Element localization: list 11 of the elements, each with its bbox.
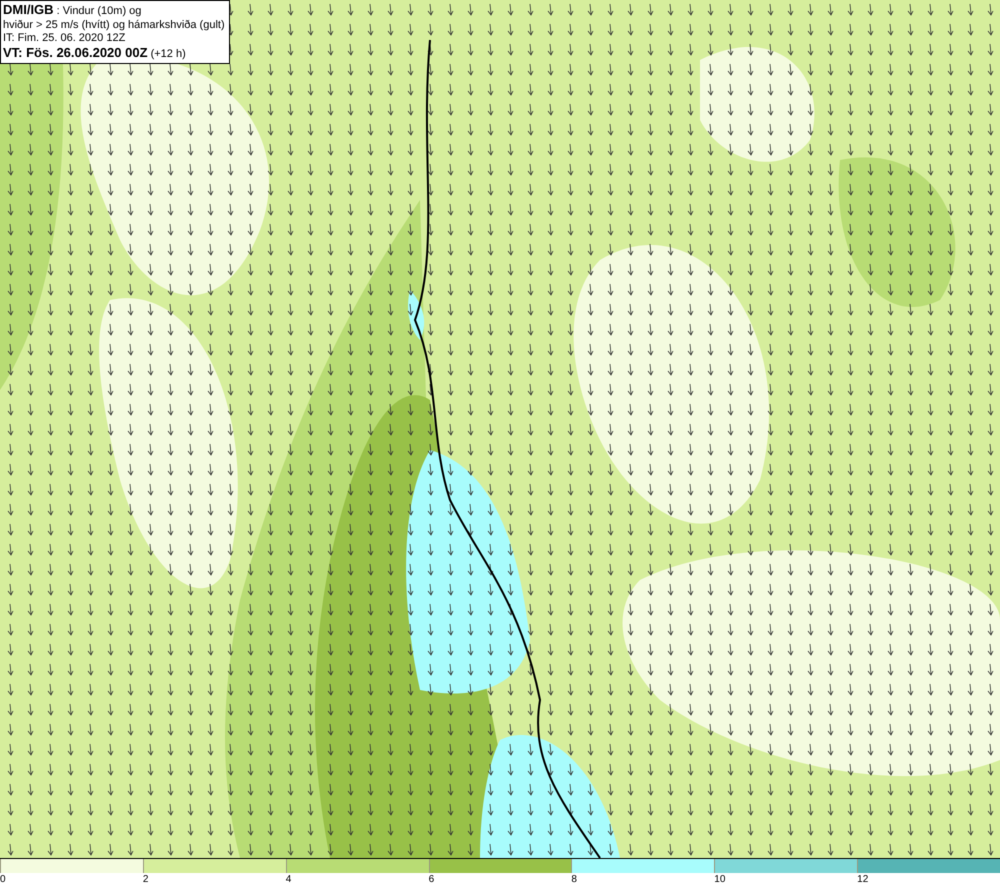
info-line: DMI/IGB : Vindur (10m) og	[3, 3, 142, 18]
legend-tick-label: 10	[714, 873, 726, 886]
legend-tick-label: 6	[428, 873, 434, 886]
info-line: IT: Fim. 25. 06. 2020 12Z	[3, 32, 126, 46]
legend-tick-label: 8	[571, 873, 577, 886]
info-line: VT: Fös. 26.06.2020 00Z (+12 h)	[3, 46, 187, 61]
legend-tick-label: 0	[0, 873, 6, 886]
legend-tick-label: 4	[286, 873, 292, 886]
legend-tick-label: 2	[142, 873, 148, 886]
info-line: hviður > 25 m/s (hvítt) og hámarkshviða (gult)	[3, 18, 225, 32]
legend-tick-label: 12	[857, 873, 868, 886]
